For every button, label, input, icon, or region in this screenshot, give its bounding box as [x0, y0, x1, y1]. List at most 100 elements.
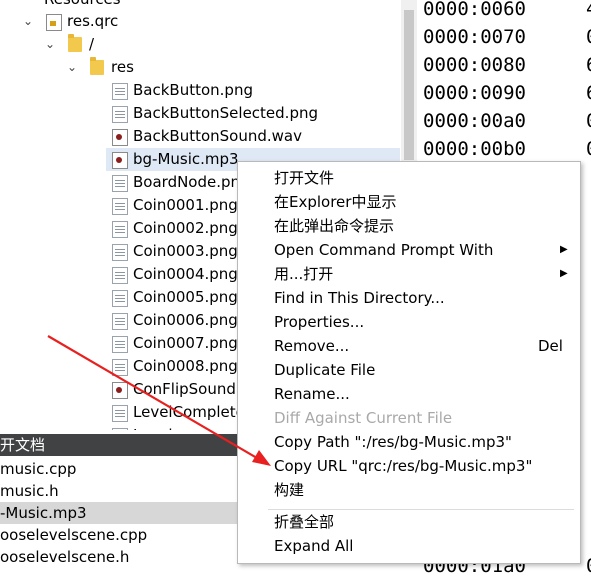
tree-item-label: Coin0006.png: [133, 311, 238, 329]
menu-item-label: 折叠全部: [274, 513, 335, 531]
context-menu-item[interactable]: 构建: [238, 478, 580, 502]
tree-item-label: Coin0001.png: [133, 196, 238, 214]
open-documents-list[interactable]: music.cpp music.h -Music.mp3 ooselevelscene…: [0, 456, 240, 569]
folder-icon: [68, 34, 82, 52]
tree-item-label: /: [89, 35, 95, 53]
tree-item-label: Coin0003.png: [133, 242, 238, 260]
context-menu-item[interactable]: Expand All: [238, 534, 580, 558]
tree-item-label: Level: [133, 424, 173, 430]
tree-item-label: Coin0002.png: [133, 219, 238, 237]
tree-item-label: bg-Music.mp3: [133, 150, 239, 168]
hex-address: 0000:0060: [423, 0, 526, 20]
menu-item-label: Expand All: [274, 537, 354, 555]
chevron-down-icon[interactable]: ⌄: [44, 33, 56, 56]
tree-item-label: Coin0005.png: [133, 288, 238, 306]
open-document-item[interactable]: music.h: [0, 480, 240, 502]
hex-value: 00: [586, 107, 591, 135]
menu-item-label: Duplicate File: [274, 361, 376, 379]
tree-item-label: BackButton.png: [133, 81, 253, 99]
qrc-file-icon: [46, 14, 62, 31]
hex-value: 6e: [586, 51, 591, 79]
open-document-item[interactable]: -Music.mp3: [0, 502, 240, 524]
tree-item-label: BackButtonSound.wav: [133, 127, 302, 145]
image-file-icon: [112, 336, 128, 353]
context-menu-item[interactable]: 在此弹出命令提示: [238, 214, 580, 238]
menu-item-label: Find in This Directory...: [274, 289, 445, 307]
context-menu-item[interactable]: Properties...: [238, 310, 580, 334]
tree-item-label: res.qrc: [67, 12, 119, 30]
tree-item-label: BoardNode.png: [133, 173, 250, 191]
context-menu-item[interactable]: Duplicate File: [238, 358, 580, 382]
hex-value: 00: [586, 552, 591, 580]
chevron-down-icon[interactable]: ⌄: [66, 56, 78, 79]
context-menu-item[interactable]: 用...打开 ▶: [238, 262, 580, 286]
open-document-label: ooselevelscene.cpp: [0, 526, 148, 544]
menu-item-label: Open Command Prompt With: [274, 241, 494, 259]
context-menu-item[interactable]: Rename...: [238, 382, 580, 406]
image-file-icon: [112, 405, 128, 422]
folder-icon: [90, 57, 104, 75]
menu-item-label: Copy Path ":/res/bg-Music.mp3": [274, 433, 512, 451]
tree-item-label: Coin0007.png: [133, 334, 238, 352]
hex-row: 0000:0080 6e: [423, 51, 591, 79]
image-file-icon: [112, 175, 128, 192]
hex-row: 0000:00b0 00: [423, 135, 591, 163]
menu-item-label: 在此弹出命令提示: [274, 217, 395, 235]
context-menu-item[interactable]: 在Explorer中显示: [238, 190, 580, 214]
context-menu[interactable]: 打开文件在Explorer中显示 在此弹出命令提示 Open Command Pro…: [237, 161, 581, 564]
menu-item-label: Diff Against Current File: [274, 409, 453, 427]
image-file-icon: [112, 359, 128, 376]
image-file-icon: [112, 106, 128, 123]
menu-item-label: Rename...: [274, 385, 350, 403]
context-menu-item[interactable]: Remove... Del: [238, 334, 580, 358]
context-menu-item[interactable]: Find in This Directory...: [238, 286, 580, 310]
context-menu-item: Diff Against Current File: [238, 406, 580, 430]
menu-item-label: 构建: [274, 481, 305, 499]
image-file-icon: [112, 267, 128, 284]
context-menu-item[interactable]: Copy Path ":/res/bg-Music.mp3": [238, 430, 580, 454]
tree-item-label: res: [111, 58, 134, 76]
hex-address: 0000:0090: [423, 82, 526, 104]
context-menu-item[interactable]: 折叠全部: [238, 510, 580, 534]
open-document-label: ooselevelscene.h: [0, 548, 130, 566]
tree-item-label: Coin0008.png: [133, 357, 238, 375]
hex-row: 0000:0090 63: [423, 79, 591, 107]
open-document-item[interactable]: music.cpp: [0, 458, 240, 480]
open-document-label: music.h: [0, 482, 59, 500]
hex-address: 0000:0080: [423, 54, 526, 76]
open-documents-title: 开文档: [0, 436, 46, 454]
menu-item-label: Copy URL "qrc:/res/bg-Music.mp3": [274, 457, 533, 475]
hex-value: 00: [586, 135, 591, 163]
submenu-arrow-icon: ▶: [560, 244, 568, 255]
menu-item-label: Remove...: [274, 337, 350, 355]
hex-value: 4f: [586, 0, 591, 23]
open-document-label: -Music.mp3: [0, 504, 87, 522]
image-file-icon: [112, 221, 128, 238]
open-document-item[interactable]: ooselevelscene.cpp: [0, 524, 240, 546]
context-menu-item[interactable]: Copy URL "qrc:/res/bg-Music.mp3": [238, 454, 580, 478]
hex-address: 0000:00a0: [423, 110, 526, 132]
chevron-down-icon[interactable]: ⌄: [22, 10, 34, 33]
image-file-icon: [112, 198, 128, 215]
context-menu-item[interactable]: 打开文件: [238, 166, 580, 190]
audio-file-icon: [112, 152, 128, 169]
hex-address: 0000:00b0: [423, 138, 526, 160]
menu-item-label: 在Explorer中显示: [274, 193, 397, 211]
image-file-icon: [112, 428, 128, 430]
hex-address: 0000:0070: [423, 26, 526, 48]
menu-item-label: 打开文件: [274, 169, 335, 187]
menu-item-shortcut: Del: [538, 337, 563, 355]
hex-value: 63: [586, 79, 591, 107]
menu-item-label: 用...打开: [274, 265, 334, 283]
image-file-icon: [112, 244, 128, 261]
submenu-arrow-icon: ▶: [560, 268, 568, 279]
hex-row: 0000:0060 4f: [423, 0, 591, 23]
image-file-icon: [112, 83, 128, 100]
open-document-label: music.cpp: [0, 460, 77, 478]
hex-row: 0000:0070 01: [423, 23, 591, 51]
context-menu-item[interactable]: Open Command Prompt With ▶: [238, 238, 580, 262]
tree-scrollbar-thumb[interactable]: [404, 10, 414, 160]
audio-file-icon: [112, 382, 128, 399]
open-document-item[interactable]: ooselevelscene.h: [0, 546, 240, 568]
hex-value: 01: [586, 23, 591, 51]
